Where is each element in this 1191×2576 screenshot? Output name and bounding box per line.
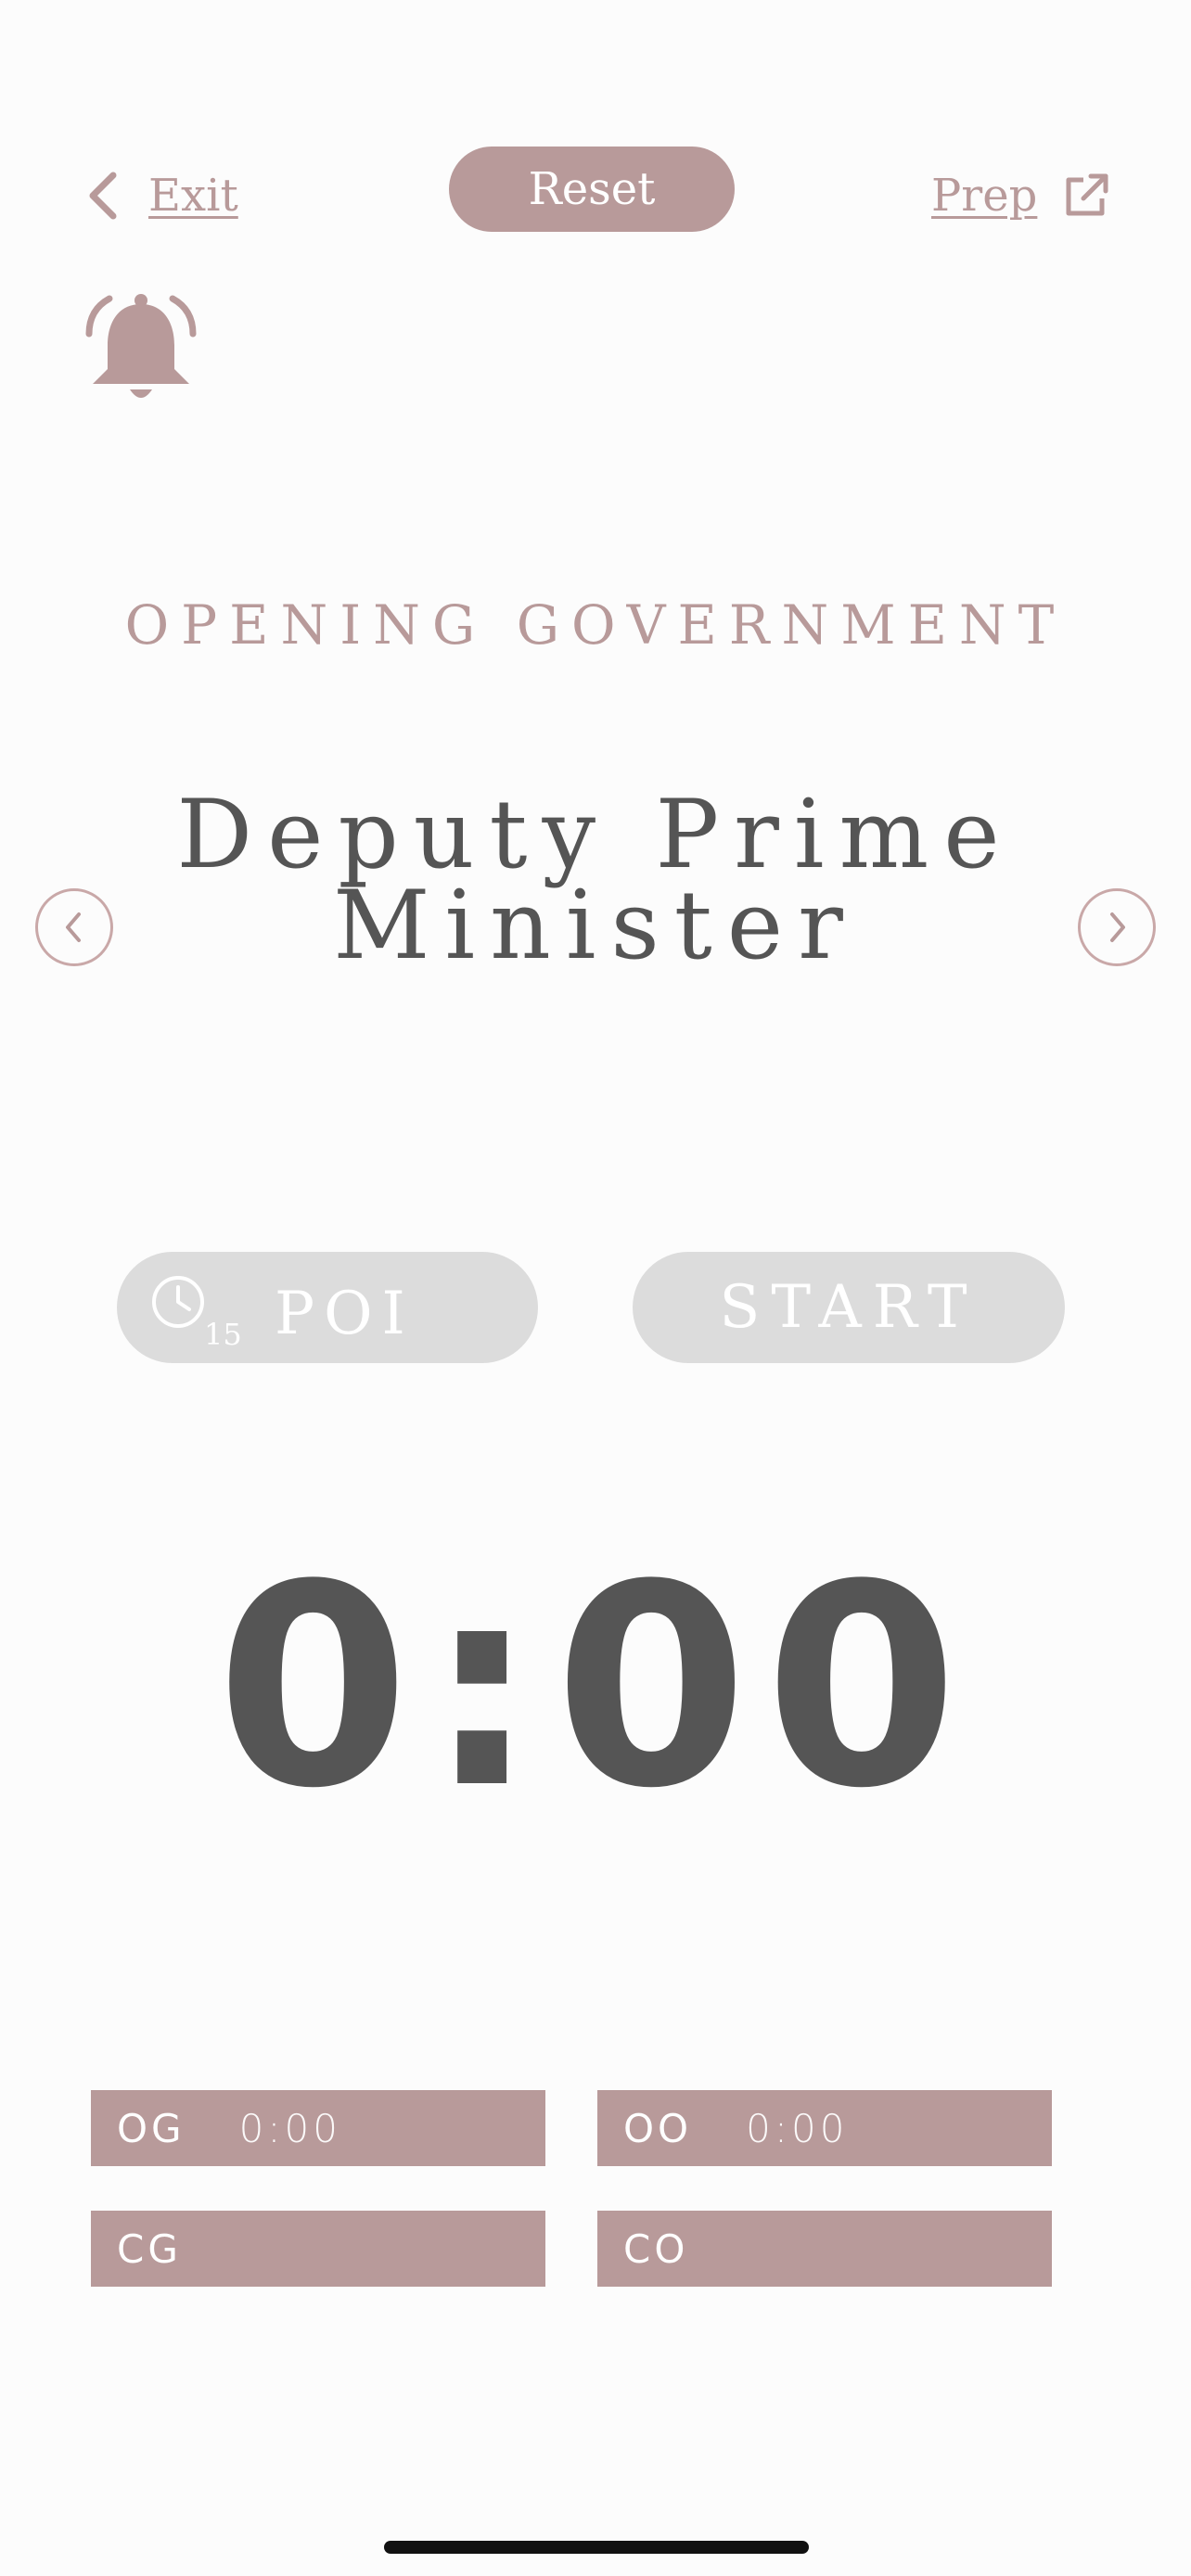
team-code: CG [117,2225,182,2272]
start-button[interactable]: START [633,1252,1065,1363]
team-code: OG [117,2105,186,2151]
speaker-role-line1: Deputy Prime [176,780,1015,890]
team-label: OPENING GOVERNMENT [124,593,1067,657]
chevron-right-icon [1110,912,1125,942]
team-tile-cg[interactable]: CG [91,2211,545,2287]
bell-ringing-icon[interactable] [80,289,202,408]
exit-link[interactable]: Exit [85,163,238,228]
clock-icon [152,1276,204,1328]
external-link-icon [1066,173,1108,216]
team-time: 0:00 [746,2105,849,2151]
reset-button[interactable]: Reset [449,147,735,232]
next-speaker-button[interactable] [1078,888,1156,966]
exit-label: Exit [148,170,238,222]
team-code: CO [623,2225,689,2272]
prep-label: Prep [931,170,1038,222]
home-indicator[interactable] [384,2541,809,2554]
team-tile-og[interactable]: OG 0:00 [91,2090,545,2166]
team-code: OO [623,2105,693,2151]
chevron-left-icon [66,912,81,942]
team-time: 0:00 [238,2105,341,2151]
speaker-role-title: Deputy Prime Minister [139,780,1052,981]
poi-button[interactable]: 15 POI [117,1252,538,1363]
chevron-left-icon [89,172,117,220]
timer-display: 0:00 [215,1525,976,1849]
poi-label: POI [275,1280,415,1348]
poi-seconds: 15 [204,1317,242,1352]
team-tile-oo[interactable]: OO 0:00 [597,2090,1052,2166]
team-tile-co[interactable]: CO [597,2211,1052,2287]
speaker-role-line2: Minister [333,871,858,981]
previous-speaker-button[interactable] [35,888,113,966]
prep-link[interactable]: Prep [931,163,1111,228]
